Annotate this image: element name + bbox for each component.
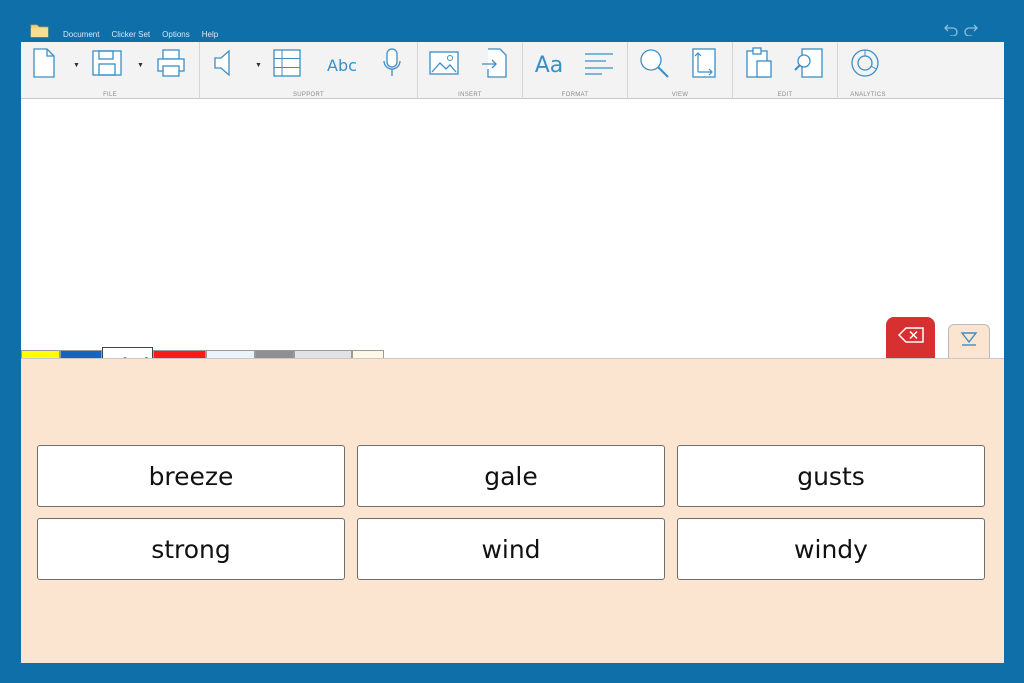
speech-dropdown-caret-icon[interactable]: ▼ — [255, 62, 262, 69]
folder-icon[interactable] — [30, 23, 49, 38]
ribbon-toolbar: ▼ ▼ FILE ▼ Abc SUPPORT INSERT Aa FORMAT … — [21, 42, 1004, 99]
insert-file-button[interactable] — [478, 47, 510, 84]
ribbon-group-label: INSERT — [458, 92, 482, 98]
menu-tabs: Document Clicker Set Options Help — [57, 28, 224, 42]
page-size-icon — [691, 47, 717, 84]
save-icon — [91, 47, 123, 84]
paragraph-button[interactable] — [583, 48, 615, 82]
ribbon-group-file: ▼ ▼ FILE — [21, 42, 200, 99]
triangle-down-icon — [960, 331, 978, 352]
page-size-button[interactable] — [688, 47, 720, 84]
insert-picture-button[interactable] — [428, 48, 460, 82]
picture-icon — [428, 49, 460, 82]
collapse-grid-button[interactable] — [948, 324, 990, 358]
microphone-icon — [381, 47, 403, 84]
ribbon-group-label: EDIT — [777, 92, 793, 98]
word-list-button[interactable] — [271, 48, 303, 82]
spellcheck-button[interactable]: Abc — [322, 48, 362, 82]
ribbon-group-edit: EDIT — [733, 42, 838, 99]
new-document-button[interactable] — [28, 47, 60, 84]
zoom-button[interactable] — [638, 48, 670, 82]
align-left-icon — [584, 51, 614, 80]
find-document-icon — [794, 47, 824, 84]
ribbon-group-format: Aa FORMAT — [523, 42, 628, 99]
menu-tab-document[interactable]: Document — [57, 28, 105, 42]
document-area[interactable] — [21, 99, 1004, 328]
numbered-list-icon — [272, 48, 302, 83]
ribbon-group-view: VIEW — [628, 42, 733, 99]
ribbon-group-support: ▼ Abc SUPPORT — [200, 42, 418, 99]
ribbon-group-insert: INSERT — [418, 42, 523, 99]
grid-cell-gusts[interactable]: gusts — [677, 445, 985, 507]
clipboard-icon — [745, 46, 773, 84]
backspace-button[interactable] — [886, 317, 935, 358]
new-document-icon — [32, 47, 56, 84]
ribbon-group-label: SUPPORT — [293, 92, 324, 98]
ribbon-group-analytics: ANALYTICS — [838, 42, 898, 99]
grid-cell-breeze[interactable]: breeze — [37, 445, 345, 507]
speaker-icon — [211, 48, 237, 83]
printer-icon — [156, 47, 186, 84]
backspace-icon — [897, 327, 924, 348]
menu-tab-clicker-set[interactable]: Clicker Set — [105, 28, 156, 42]
donut-chart-icon — [849, 47, 881, 84]
save-dropdown-caret-icon[interactable]: ▼ — [137, 62, 144, 69]
ribbon-group-label: ANALYTICS — [850, 92, 886, 98]
ribbon-group-label: FORMAT — [561, 92, 589, 98]
ribbon-group-label: FILE — [103, 92, 117, 98]
font-icon: Aa — [534, 52, 564, 78]
menu-tab-help[interactable]: Help — [196, 28, 224, 42]
print-button[interactable] — [155, 48, 187, 82]
grid-cell-windy[interactable]: windy — [677, 518, 985, 580]
grid-cell-wind[interactable]: wind — [357, 518, 665, 580]
analytics-button[interactable] — [849, 48, 881, 82]
font-button[interactable]: Aa — [533, 48, 565, 82]
dictation-button[interactable] — [376, 47, 408, 84]
new-dropdown-caret-icon[interactable]: ▼ — [73, 62, 80, 69]
spellcheck-icon: Abc — [327, 55, 357, 75]
clicker-grid-panel: breeze gale gusts strong wind windy — [21, 358, 1004, 663]
grid-cell-strong[interactable]: strong — [37, 518, 345, 580]
speech-button[interactable] — [208, 48, 240, 82]
ribbon-group-label: VIEW — [671, 92, 689, 98]
insert-file-icon — [480, 47, 508, 84]
grid-cell-gale[interactable]: gale — [357, 445, 665, 507]
find-button[interactable] — [793, 47, 825, 84]
menu-tab-options[interactable]: Options — [156, 28, 196, 42]
magnifier-icon — [638, 47, 670, 84]
paste-button[interactable] — [743, 46, 775, 84]
app-window: Document Clicker Set Options Help ▼ ▼ FI… — [21, 22, 1004, 663]
save-button[interactable] — [91, 48, 123, 82]
